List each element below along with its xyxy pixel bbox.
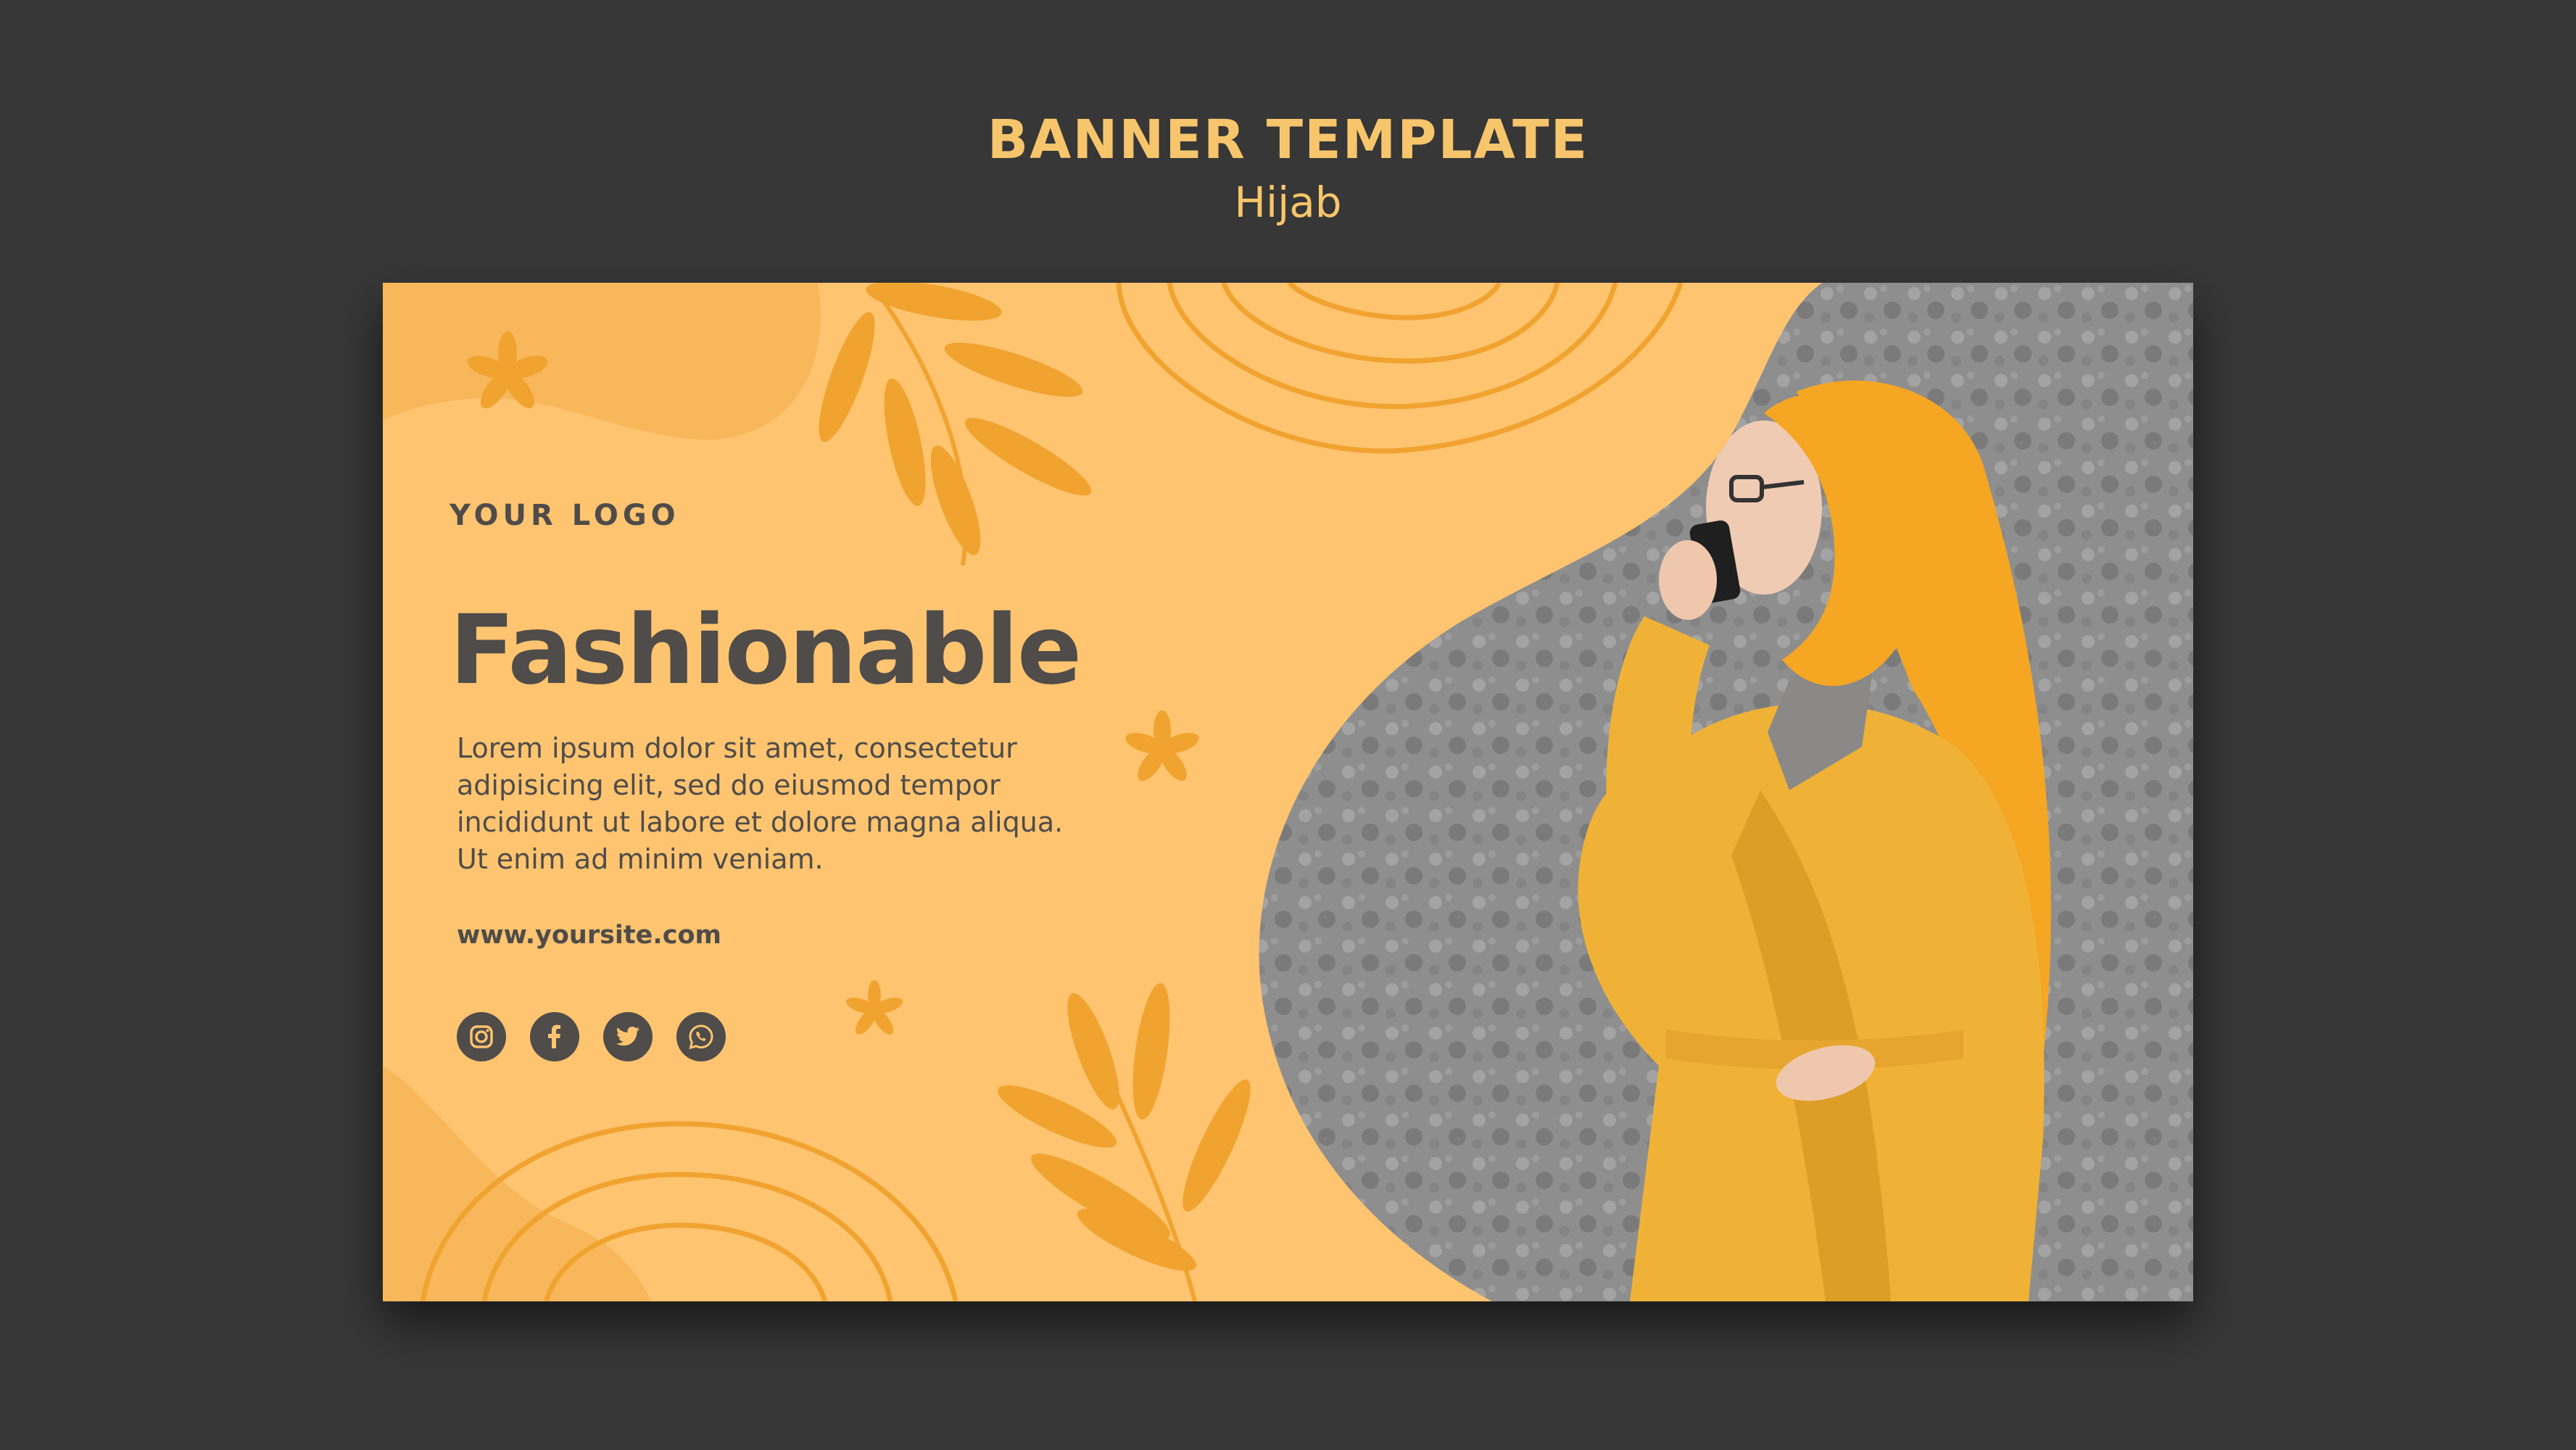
page-subtitle: Hijab <box>1234 178 1342 227</box>
facebook-icon[interactable] <box>530 1012 579 1061</box>
whatsapp-icon[interactable] <box>676 1012 726 1061</box>
body-line: incididunt ut labore et dolore magna ali… <box>457 806 1064 838</box>
website-link[interactable]: www.yoursite.com <box>457 921 721 950</box>
twitter-icon[interactable] <box>603 1012 653 1061</box>
instagram-icon[interactable] <box>457 1012 506 1061</box>
logo-text: YOUR LOGO <box>450 499 680 532</box>
body-line: Lorem ipsum dolor sit amet, consectetur <box>457 732 1017 764</box>
body-line: Ut enim ad minim veniam. <box>457 843 824 875</box>
headline: Fashionable <box>450 594 1082 706</box>
banner-template: YOUR LOGO Fashionable Lorem ipsum dolor … <box>383 283 2193 1301</box>
body-line: adipisicing elit, sed do eiusmod tempor <box>457 769 1001 801</box>
body-text: Lorem ipsum dolor sit amet, consectetur … <box>457 730 1109 878</box>
page-title: BANNER TEMPLATE <box>987 109 1589 171</box>
